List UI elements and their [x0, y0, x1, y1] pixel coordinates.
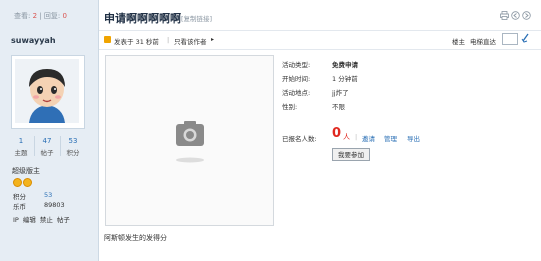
online-status-icon — [104, 36, 111, 43]
user-group-title[interactable]: 超级版主 — [12, 166, 40, 176]
floor-label: 楼主 — [452, 38, 465, 46]
gender-label: 性别: — [282, 103, 298, 111]
medal-icon[interactable] — [13, 178, 22, 187]
manage-link[interactable]: 管理 — [384, 133, 397, 143]
start-time-label: 开始时间: — [282, 75, 311, 83]
caret-right-icon: ▸ — [211, 36, 215, 43]
jump-go-icon[interactable] — [521, 33, 530, 46]
replies-label: 回复: — [43, 12, 61, 20]
posted-time: 发表于 31 秒前 — [114, 38, 159, 46]
signup-count-label: 已报名人数: — [282, 135, 317, 143]
signup-unit: 人 — [343, 133, 350, 141]
activity-type-value: 免费申请 — [332, 61, 358, 69]
stat-points-value: 53 — [68, 137, 78, 145]
activity-type-label: 活动类型: — [282, 61, 311, 69]
views-count: 2 — [32, 12, 38, 20]
edit-user-link[interactable]: 编辑 — [23, 216, 36, 224]
ban-user-link[interactable]: 禁止 — [40, 216, 53, 224]
avatar[interactable] — [15, 59, 79, 123]
export-link[interactable]: 导出 — [407, 133, 420, 143]
stat-posts-label: 帖子 — [40, 149, 54, 157]
author-only-link[interactable]: 只看该作者 — [174, 36, 207, 46]
meta-separator: | — [167, 36, 170, 44]
location-value: jj炸了 — [332, 89, 349, 97]
thread-stats: 查看: 2 | 回复: 0 — [14, 11, 67, 21]
stat-posts[interactable]: 47 帖子 — [35, 137, 59, 157]
floor-jump-input[interactable] — [502, 33, 518, 45]
invite-link[interactable]: 邀请 — [362, 133, 375, 143]
prev-thread-icon[interactable] — [511, 11, 520, 20]
stat-points-label: 积分 — [66, 149, 80, 157]
points-label: 积分 — [13, 193, 26, 201]
signup-count: 0 — [332, 126, 342, 141]
stat-points[interactable]: 53 积分 — [61, 137, 85, 157]
user-posts-link[interactable]: 帖子 — [57, 216, 70, 224]
join-activity-button[interactable]: 我要参加 — [332, 148, 370, 161]
copy-link[interactable]: [复制链接] — [181, 13, 212, 23]
medal-icon[interactable] — [23, 178, 32, 187]
views-label: 查看: — [14, 12, 31, 20]
floor-jump-label: 电梯直达 — [470, 38, 496, 46]
ip-link[interactable]: IP — [13, 216, 19, 224]
author-name[interactable]: suwayyah — [11, 36, 56, 45]
location-label: 活动地点: — [282, 89, 311, 97]
currency-label: 乐币 — [13, 203, 26, 211]
stats-separator: | — [39, 12, 42, 20]
stat-posts-value: 47 — [42, 137, 52, 145]
moderation-actions: IP 编辑 禁止 帖子 — [13, 214, 74, 224]
camera-icon — [173, 120, 207, 166]
points-value[interactable]: 53 — [44, 191, 52, 199]
print-icon[interactable] — [500, 11, 509, 20]
replies-count: 0 — [62, 12, 67, 20]
next-thread-icon[interactable] — [522, 11, 531, 20]
thread-title: 申请啊啊啊啊啊 — [104, 12, 181, 25]
post-body-text: 阿斯顿发生的发得分 — [104, 234, 167, 242]
stat-threads[interactable]: 1 主题 — [9, 137, 33, 157]
stat-threads-label: 主题 — [14, 149, 28, 157]
currency-value: 89803 — [44, 201, 65, 209]
gender-value: 不限 — [332, 103, 345, 111]
action-separator: | — [355, 133, 358, 141]
start-time-value: 1 分钟前 — [332, 75, 358, 83]
stat-threads-value: 1 — [18, 137, 24, 145]
